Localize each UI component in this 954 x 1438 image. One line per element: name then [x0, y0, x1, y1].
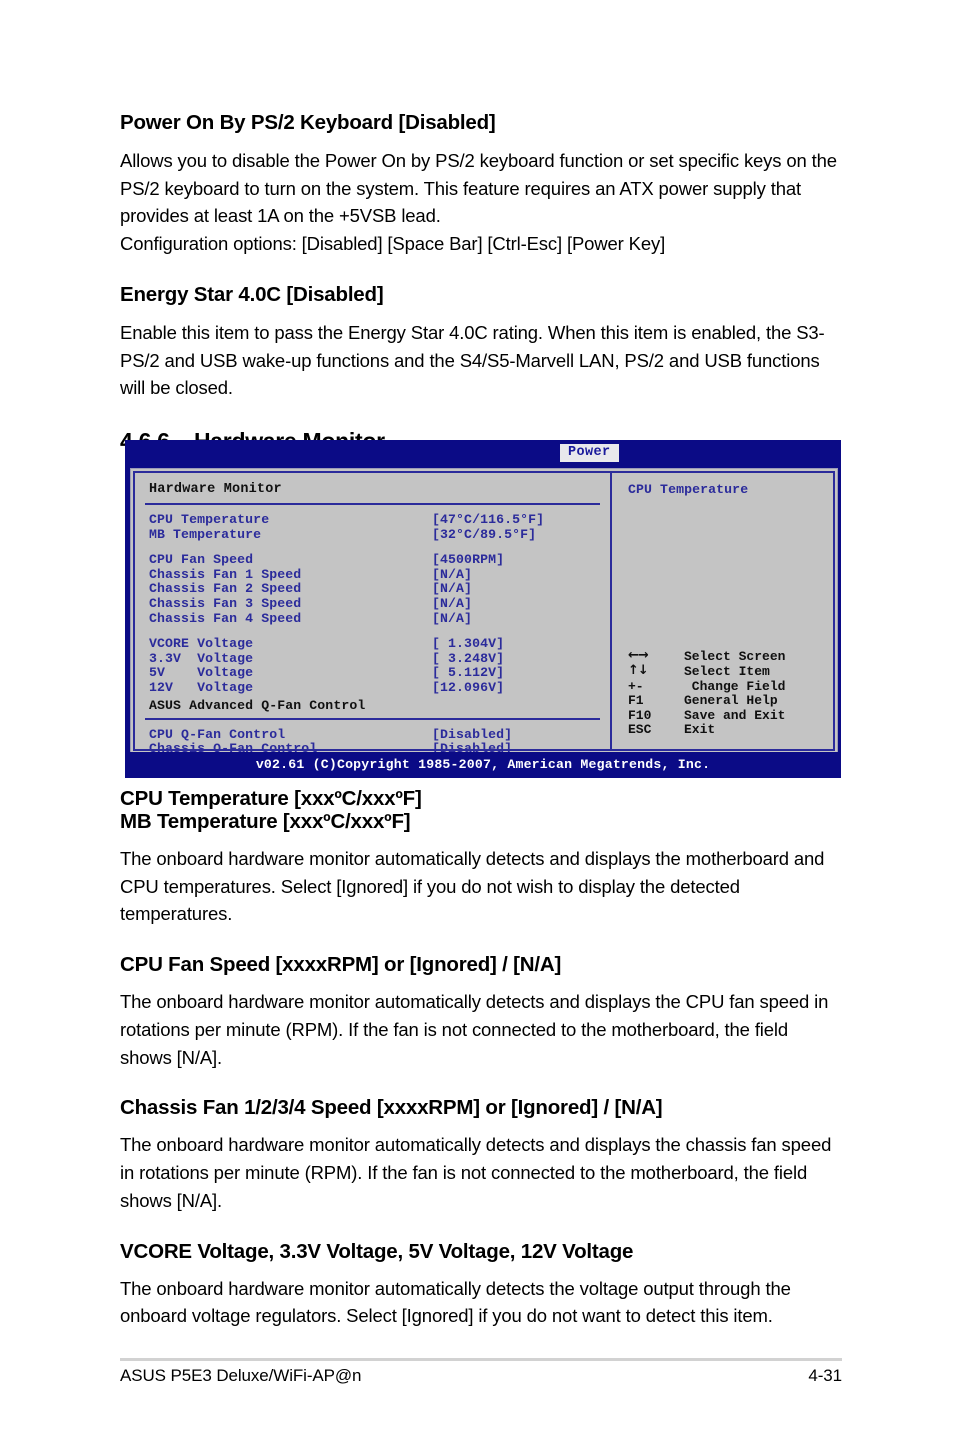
- bios-title-bar: Power: [126, 441, 840, 468]
- section-body-power-on-ps2: Allows you to disable the Power On by PS…: [120, 149, 837, 255]
- bios-row-3v3-voltage[interactable]: 3.3V Voltage [ 3.248V]: [135, 651, 610, 666]
- section-heading-temperatures: CPU Temperature [xxxºC/xxxºF] MB Tempera…: [120, 787, 842, 834]
- bios-row-cpu-temperature[interactable]: CPU Temperature [47°C/116.5°F]: [135, 512, 610, 527]
- bios-row-mb-temperature[interactable]: MB Temperature [32°C/89.5°F]: [135, 527, 610, 542]
- row-value: [ 1.304V]: [432, 636, 505, 652]
- bios-row-chassis-fan-2-speed[interactable]: Chassis Fan 2 Speed [N/A]: [135, 581, 610, 596]
- row-label: CPU Temperature: [149, 512, 270, 527]
- row-value: [47°C/116.5°F]: [432, 512, 545, 527]
- row-label: 5V Voltage: [149, 665, 254, 681]
- section-heading-chassis-fan-speed: Chassis Fan 1/2/3/4 Speed [xxxxRPM] or […: [120, 1096, 842, 1120]
- voltage-group: VCORE Voltage [ 1.304V] 3.3V Voltage [ 3…: [135, 636, 610, 695]
- bios-row-chassis-fan-3-speed[interactable]: Chassis Fan 3 Speed [N/A]: [135, 596, 610, 611]
- legend-row-select-screen: ←→ Select Screen: [628, 648, 785, 664]
- divider-top: [145, 503, 600, 505]
- legend-key: ESC: [628, 722, 652, 738]
- row-label: CPU Q-Fan Control: [149, 726, 286, 742]
- heading-line-1: VCORE Voltage, 3.3V Voltage, 5V Voltage,…: [120, 1239, 634, 1263]
- legend-desc: Exit: [684, 722, 716, 738]
- row-value: [N/A]: [432, 566, 473, 582]
- heading-line-1: CPU Fan Speed [xxxxRPM] or [Ignored] / […: [120, 953, 562, 977]
- page-content: Power On By PS/2 Keyboard [Disabled] All…: [120, 111, 842, 469]
- bios-screenshot: Power Hardware Monitor CPU Temperature […: [125, 440, 841, 778]
- section-body-chassis-fan-speed: The onboard hardware monitor automatical…: [120, 1134, 832, 1211]
- row-value: [N/A]: [432, 581, 473, 597]
- row-value: [N/A]: [432, 610, 473, 626]
- left-right-arrow-icon: ←→: [628, 648, 649, 664]
- row-label: CPU Fan Speed: [149, 552, 254, 568]
- bios-settings-pane: Hardware Monitor CPU Temperature [47°C/1…: [135, 473, 612, 756]
- legend-row-save-and-exit: F10 Save and Exit: [628, 707, 785, 723]
- row-label: MB Temperature: [149, 526, 262, 542]
- legend-row-general-help: F1 General Help: [628, 693, 778, 709]
- row-value: [ 3.248V]: [432, 650, 505, 666]
- row-label: 12V Voltage: [149, 679, 254, 695]
- footer-page-number: 4-31: [808, 1366, 842, 1385]
- bios-inner: Hardware Monitor CPU Temperature [47°C/1…: [133, 471, 835, 756]
- bios-row-cpu-qfan-control[interactable]: CPU Q-Fan Control [Disabled]: [135, 727, 610, 742]
- legend-desc: General Help: [684, 693, 778, 709]
- legend-row-select-item: ↑↓ Select Item: [628, 663, 770, 679]
- bios-frame: Hardware Monitor CPU Temperature [47°C/1…: [130, 468, 838, 756]
- bios-subheading-qfan: ASUS Advanced Q-Fan Control: [149, 697, 366, 713]
- section-body-cpu-fan-speed: The onboard hardware monitor automatical…: [120, 991, 829, 1068]
- row-label: Chassis Fan 1 Speed: [149, 566, 302, 582]
- bios-help-pane: CPU Temperature ←→ Select Screen ↑↓ Sele…: [612, 473, 833, 749]
- section-body-temperatures: The onboard hardware monitor automatical…: [120, 847, 825, 925]
- bios-row-12v-voltage[interactable]: 12V Voltage [12.096V]: [135, 680, 610, 695]
- legend-desc: Select Item: [684, 664, 770, 680]
- section-heading-cpu-fan-speed: CPU Fan Speed [xxxxRPM] or [Ignored] / […: [120, 953, 842, 977]
- bios-row-5v-voltage[interactable]: 5V Voltage [ 5.112V]: [135, 665, 610, 680]
- legend-desc: Select Screen: [684, 649, 786, 665]
- row-value: [32°C/89.5°F]: [432, 526, 537, 542]
- row-value: [Disabled]: [432, 726, 513, 742]
- row-label: Chassis Fan 4 Speed: [149, 610, 302, 626]
- section-body-voltages: The onboard hardware monitor automatical…: [120, 1277, 791, 1327]
- bios-row-vcore-voltage[interactable]: VCORE Voltage [ 1.304V]: [135, 636, 610, 651]
- row-label: 3.3V Voltage: [149, 650, 254, 666]
- footer-divider: [120, 1358, 842, 1361]
- up-down-arrow-icon: ↑↓: [628, 663, 649, 679]
- bios-tab-power[interactable]: Power: [560, 444, 619, 462]
- row-label: Chassis Fan 2 Speed: [149, 581, 302, 597]
- legend-desc: Change Field: [684, 678, 786, 694]
- section-body-energy-star: Enable this item to pass the Energy Star…: [120, 321, 825, 399]
- legend-row-exit: ESC Exit: [628, 722, 737, 737]
- page-content-lower: CPU Temperature [xxxºC/xxxºF] MB Tempera…: [120, 787, 842, 1330]
- legend-row-change-field: +- Change Field: [628, 678, 785, 694]
- legend-desc: Save and Exit: [684, 707, 786, 723]
- footer-product-name: ASUS P5E3 Deluxe/WiFi-AP@n: [120, 1366, 362, 1385]
- bios-row-chassis-fan-4-speed[interactable]: Chassis Fan 4 Speed [N/A]: [135, 611, 610, 626]
- divider-qfan: [145, 717, 600, 720]
- temperature-group: CPU Temperature [47°C/116.5°F] MB Temper…: [135, 512, 610, 542]
- section-heading-energy-star: Energy Star 4.0C [Disabled]: [120, 282, 384, 306]
- legend-key: F10: [628, 707, 652, 723]
- heading-line-1: CPU Temperature [xxxºC/xxxºF]: [120, 787, 422, 810]
- row-value: [N/A]: [432, 595, 473, 611]
- row-value: [4500RPM]: [432, 552, 505, 568]
- manual-page: Power On By PS/2 Keyboard [Disabled] All…: [0, 0, 954, 1438]
- bios-help-title: CPU Temperature: [628, 482, 749, 497]
- heading-line-1: Chassis Fan 1/2/3/4 Speed [xxxxRPM] or […: [120, 1096, 663, 1120]
- section-heading-voltages: VCORE Voltage, 3.3V Voltage, 5V Voltage,…: [120, 1239, 842, 1264]
- bios-panel-title: Hardware Monitor: [149, 482, 282, 497]
- bios-row-cpu-fan-speed[interactable]: CPU Fan Speed [4500RPM]: [135, 552, 610, 567]
- heading-line-2: MB Temperature [xxxºC/xxxºF]: [120, 809, 411, 833]
- row-value: [ 5.112V]: [432, 665, 505, 681]
- legend-key: F1: [628, 693, 644, 709]
- row-label: Chassis Fan 3 Speed: [149, 595, 302, 611]
- row-value: [12.096V]: [432, 679, 505, 695]
- plus-minus-icon: +-: [628, 678, 644, 694]
- fan-speed-group: CPU Fan Speed [4500RPM] Chassis Fan 1 Sp…: [135, 552, 610, 625]
- section-heading-power-on-ps2: Power On By PS/2 Keyboard [Disabled]: [120, 111, 496, 134]
- bios-key-legend: ←→ Select Screen ↑↓ Select Item +- Chang…: [628, 648, 785, 737]
- row-label: VCORE Voltage: [149, 636, 254, 652]
- bios-footer-copyright: v02.61 (C)Copyright 1985-2007, American …: [126, 752, 840, 777]
- bios-row-chassis-fan-1-speed[interactable]: Chassis Fan 1 Speed [N/A]: [135, 567, 610, 582]
